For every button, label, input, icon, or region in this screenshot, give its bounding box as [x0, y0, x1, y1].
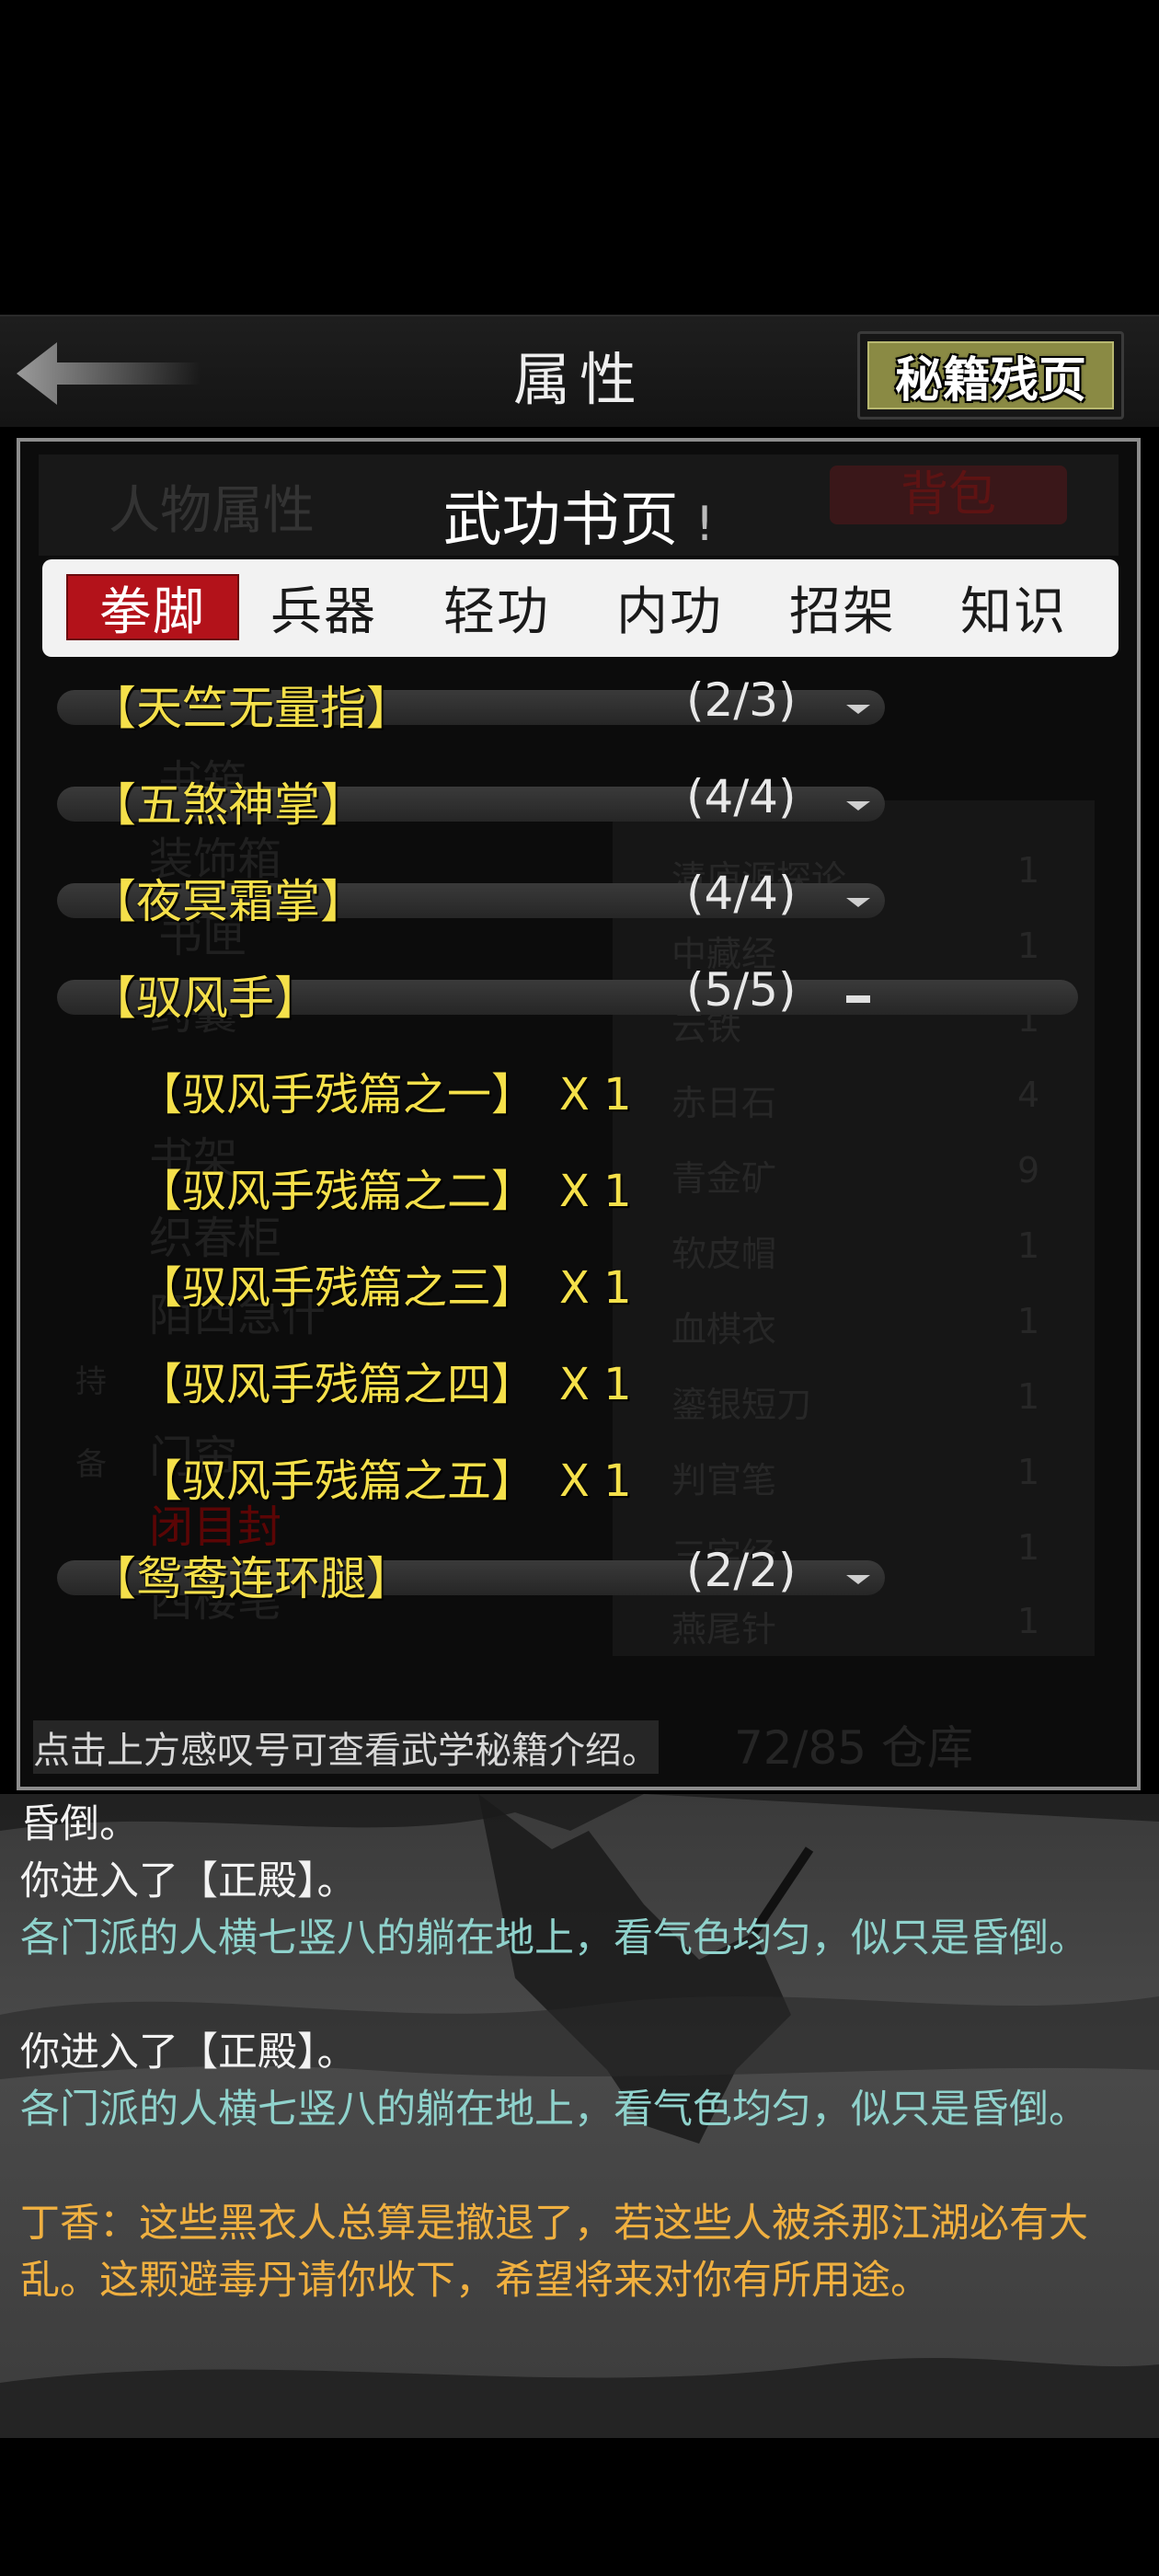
bg-storage-label: 72/85 仓库	[734, 1721, 973, 1775]
bottom-spacer	[0, 2438, 1159, 2576]
skill-name: 【驭风手】	[90, 972, 320, 1025]
log-line: 丁香：这些黑衣人总算是撤退了，若这些人被杀那江湖必有大乱。这颗避毒丹请你收下，希…	[20, 2201, 1088, 2304]
message-log: 昏倒。 你进入了【正殿】。 各门派的人横七竖八的躺在地上，看气色均匀，似只是昏倒…	[0, 1794, 1159, 2438]
secret-pages-button[interactable]: 秘籍残页	[857, 331, 1124, 420]
page-item: 【驭风手残篇之二】 X 1	[138, 1155, 632, 1228]
bg-right-qty: 9	[1017, 1150, 1040, 1190]
bg-right-item: 软皮帽	[671, 1234, 777, 1274]
skill-count: (2/3)	[686, 673, 797, 727]
page-name: 【驭风手残篇之二】	[138, 1166, 536, 1217]
secret-pages-label: 秘籍残页	[867, 341, 1114, 409]
bg-right-qty: 1	[1017, 1376, 1040, 1417]
log-line: 各门派的人横七竖八的躺在地上，看气色均匀，似只是昏倒。	[20, 1915, 1088, 1961]
skill-count: (4/4)	[686, 770, 797, 823]
hint-text: 点击上方感叹号可查看武学秘籍介绍。	[33, 1720, 659, 1774]
bg-right-item: 判官笔	[671, 1460, 777, 1501]
skill-count: (5/5)	[686, 963, 797, 1017]
page-qty: X 1	[559, 1455, 632, 1507]
bg-right-item: 血棋衣	[671, 1309, 777, 1350]
bg-right-qty: 4	[1017, 1075, 1040, 1115]
martial-pages-dialog: 人物属性 背包 书箱 装饰箱 书匣 药囊 书架 织春柜 陌西急什 门帘 闭目封 …	[17, 438, 1141, 1790]
log-line: 你进入了【正殿】。	[20, 1858, 357, 1904]
bg-right-qty: 1	[1017, 1452, 1040, 1492]
page-qty: X 1	[559, 1166, 632, 1217]
bg-right-item: 青金矿	[671, 1158, 777, 1199]
page-item: 【驭风手残篇之五】 X 1	[138, 1444, 632, 1518]
skill-name: 【五煞神掌】	[90, 778, 366, 832]
category-tabs: 拳脚 兵器 轻功 内功 招架 知识	[42, 559, 1119, 657]
skill-row[interactable]: 【天竺无量指】 (2/3)	[39, 662, 1096, 745]
tab-parry[interactable]: 招架	[756, 574, 929, 642]
page-name: 【驭风手残篇之一】	[138, 1069, 536, 1121]
bg-side-label: 备	[75, 1446, 107, 1483]
expand-arrow-icon[interactable]	[846, 896, 870, 909]
info-exclamation-icon[interactable]: !	[695, 497, 715, 552]
skill-row[interactable]: 【夜冥霜掌】 (4/4)	[39, 856, 1096, 938]
bg-right-qty: 1	[1017, 1225, 1040, 1266]
page-name: 【驭风手残篇之三】	[138, 1262, 536, 1314]
skill-row-expanded[interactable]: 【驭风手】 (5/5)	[39, 952, 1096, 1035]
collapse-icon[interactable]	[846, 993, 870, 1006]
skill-name: 【夜冥霜掌】	[90, 875, 366, 928]
page-qty: X 1	[559, 1069, 632, 1121]
skill-row[interactable]: 【五煞神掌】 (4/4)	[39, 759, 1096, 842]
page-qty: X 1	[559, 1262, 632, 1314]
skill-name: 【天竺无量指】	[90, 682, 412, 735]
dialog-title: 武功书页!	[39, 473, 1119, 558]
skill-name: 【鸳鸯连环腿】	[90, 1552, 412, 1605]
log-line: 你进入了【正殿】。	[20, 2030, 357, 2076]
tab-knowledge[interactable]: 知识	[927, 574, 1100, 642]
top-bar: 属性 秘籍残页	[0, 315, 1159, 427]
dialog-title-bar: 武功书页!	[39, 454, 1119, 556]
page-item: 【驭风手残篇之四】 X 1	[138, 1348, 632, 1421]
skill-count: (2/2)	[686, 1544, 797, 1597]
tab-weapons[interactable]: 兵器	[237, 574, 410, 642]
log-line: 各门派的人横七竖八的躺在地上，看气色均匀，似只是昏倒。	[20, 2087, 1088, 2133]
expand-arrow-icon[interactable]	[846, 703, 870, 716]
game-screen: 属性 秘籍残页 人物属性 背包 书箱 装饰箱 书匣 药囊 书架 织春柜 陌西急什…	[0, 0, 1159, 2576]
tab-fist-kick[interactable]: 拳脚	[66, 574, 239, 642]
page-name: 【驭风手残篇之五】	[138, 1455, 536, 1507]
tab-inner-force[interactable]: 内功	[583, 574, 756, 642]
page-item: 【驭风手残篇之三】 X 1	[138, 1251, 632, 1325]
expand-arrow-icon[interactable]	[846, 1573, 870, 1586]
page-item: 【驭风手残篇之一】 X 1	[138, 1058, 632, 1132]
page-name: 【驭风手残篇之四】	[138, 1359, 536, 1410]
bg-right-qty: 1	[1017, 1301, 1040, 1341]
log-line: 昏倒。	[20, 1801, 139, 1847]
bg-right-item: 鎏银短刀	[671, 1385, 812, 1425]
page-qty: X 1	[559, 1359, 632, 1410]
skill-row[interactable]: 【鸳鸯连环腿】 (2/2)	[39, 1533, 1096, 1616]
skill-count: (4/4)	[686, 867, 797, 920]
dialog-title-text: 武功书页	[442, 487, 679, 555]
bg-right-item: 赤日石	[671, 1083, 777, 1123]
bg-side-label: 持	[75, 1363, 107, 1400]
tab-lightness[interactable]: 轻功	[410, 574, 583, 642]
expand-arrow-icon[interactable]	[846, 799, 870, 812]
